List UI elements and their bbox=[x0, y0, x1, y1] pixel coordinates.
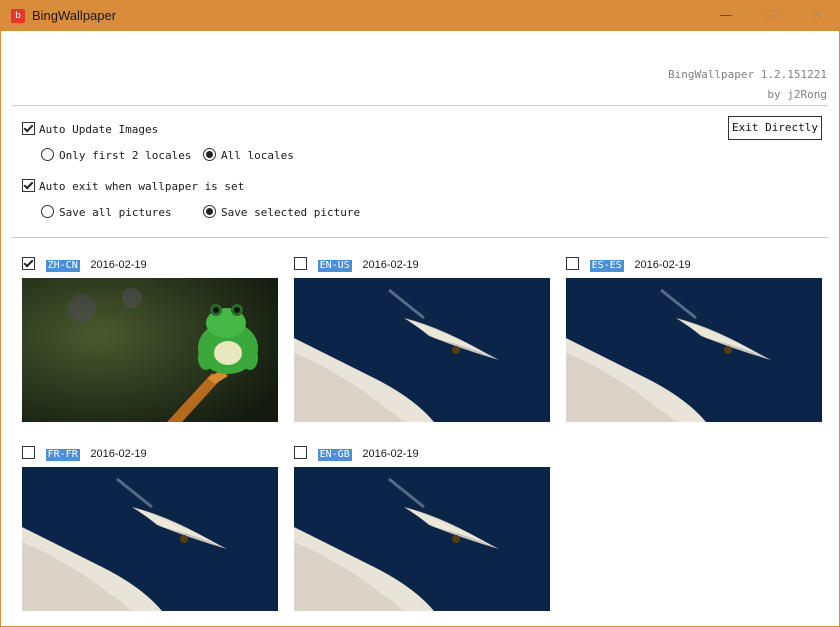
minimize-button[interactable]: — bbox=[703, 1, 749, 31]
auto-exit-checkbox[interactable]: Auto exit when wallpaper is set bbox=[22, 179, 244, 193]
app-icon: b bbox=[11, 9, 25, 23]
auto-update-label: Auto Update Images bbox=[39, 123, 159, 136]
feather-image bbox=[22, 467, 278, 611]
wallpaper-date-en-gb: 2016-02-19 bbox=[362, 448, 419, 460]
save-selected-picture-label: Save selected picture bbox=[221, 206, 361, 219]
wallpaper-header-fr-fr[interactable]: FR-FR 2016-02-19 bbox=[22, 446, 147, 461]
locale-tag-en-us: EN-US bbox=[317, 260, 352, 272]
middle-divider bbox=[12, 237, 828, 238]
wallpaper-header-en-gb[interactable]: EN-GB 2016-02-19 bbox=[294, 446, 419, 461]
version-info: BingWallpaper 1.2.151221 by j2Rong bbox=[668, 65, 827, 105]
window-title: BingWallpaper bbox=[32, 8, 117, 23]
wallpaper-checkbox-es-es[interactable] bbox=[566, 257, 579, 270]
maximize-button[interactable]: ☐ bbox=[749, 1, 795, 31]
title-bar[interactable]: b BingWallpaper — ☐ ✕ bbox=[1, 1, 839, 31]
wallpaper-date-es-es: 2016-02-19 bbox=[634, 259, 691, 271]
close-button[interactable]: ✕ bbox=[794, 1, 839, 31]
exit-directly-button[interactable]: Exit Directly bbox=[728, 116, 822, 140]
feather-image bbox=[294, 278, 550, 422]
locale-tag-fr-fr: FR-FR bbox=[45, 449, 80, 461]
feather-image bbox=[294, 467, 550, 611]
only-first-2-locales-radio-dot[interactable] bbox=[41, 148, 54, 161]
wallpaper-thumbnail-es-es[interactable] bbox=[566, 278, 822, 422]
all-locales-radio-dot[interactable] bbox=[203, 148, 216, 161]
wallpaper-date-fr-fr: 2016-02-19 bbox=[90, 448, 147, 460]
wallpaper-date-zh-cn: 2016-02-19 bbox=[90, 259, 147, 271]
save-selected-picture-radio-dot[interactable] bbox=[203, 205, 216, 218]
author-label: by j2Rong bbox=[767, 88, 827, 101]
wallpaper-header-zh-cn[interactable]: ZH-CN 2016-02-19 bbox=[22, 257, 147, 272]
wallpaper-checkbox-en-us[interactable] bbox=[294, 257, 307, 270]
save-all-pictures-radio-dot[interactable] bbox=[41, 205, 54, 218]
all-locales-radio[interactable]: All locales bbox=[203, 148, 294, 162]
all-locales-label: All locales bbox=[221, 149, 294, 162]
wallpaper-checkbox-fr-fr[interactable] bbox=[22, 446, 35, 459]
top-divider bbox=[12, 105, 828, 106]
wallpaper-header-es-es[interactable]: ES-ES 2016-02-19 bbox=[566, 257, 691, 272]
wallpaper-thumbnail-fr-fr[interactable] bbox=[22, 467, 278, 611]
only-first-2-locales-label: Only first 2 locales bbox=[59, 149, 192, 162]
wallpaper-checkbox-en-gb[interactable] bbox=[294, 446, 307, 459]
feather-image bbox=[566, 278, 822, 422]
frog-image bbox=[22, 278, 278, 422]
auto-update-check-box[interactable] bbox=[22, 122, 35, 135]
wallpaper-thumbnail-en-gb[interactable] bbox=[294, 467, 550, 611]
save-all-pictures-label: Save all pictures bbox=[59, 206, 172, 219]
wallpaper-header-en-us[interactable]: EN-US 2016-02-19 bbox=[294, 257, 419, 272]
auto-update-checkbox[interactable]: Auto Update Images bbox=[22, 122, 158, 136]
app-window: b BingWallpaper — ☐ ✕ BingWallpaper 1.2.… bbox=[0, 0, 840, 627]
locale-tag-en-gb: EN-GB bbox=[317, 449, 352, 461]
save-all-pictures-radio[interactable]: Save all pictures bbox=[41, 205, 172, 219]
only-first-2-locales-radio[interactable]: Only first 2 locales bbox=[41, 148, 191, 162]
locale-tag-es-es: ES-ES bbox=[589, 260, 624, 272]
wallpaper-date-en-us: 2016-02-19 bbox=[362, 259, 419, 271]
save-selected-picture-radio[interactable]: Save selected picture bbox=[203, 205, 360, 219]
auto-exit-check-box[interactable] bbox=[22, 179, 35, 192]
wallpaper-checkbox-zh-cn[interactable] bbox=[22, 257, 35, 270]
wallpaper-thumbnail-zh-cn[interactable] bbox=[22, 278, 278, 422]
wallpaper-thumbnail-en-us[interactable] bbox=[294, 278, 550, 422]
app-version-label: BingWallpaper 1.2.151221 bbox=[668, 68, 827, 81]
locale-tag-zh-cn: ZH-CN bbox=[45, 260, 80, 272]
auto-exit-label: Auto exit when wallpaper is set bbox=[39, 180, 245, 193]
